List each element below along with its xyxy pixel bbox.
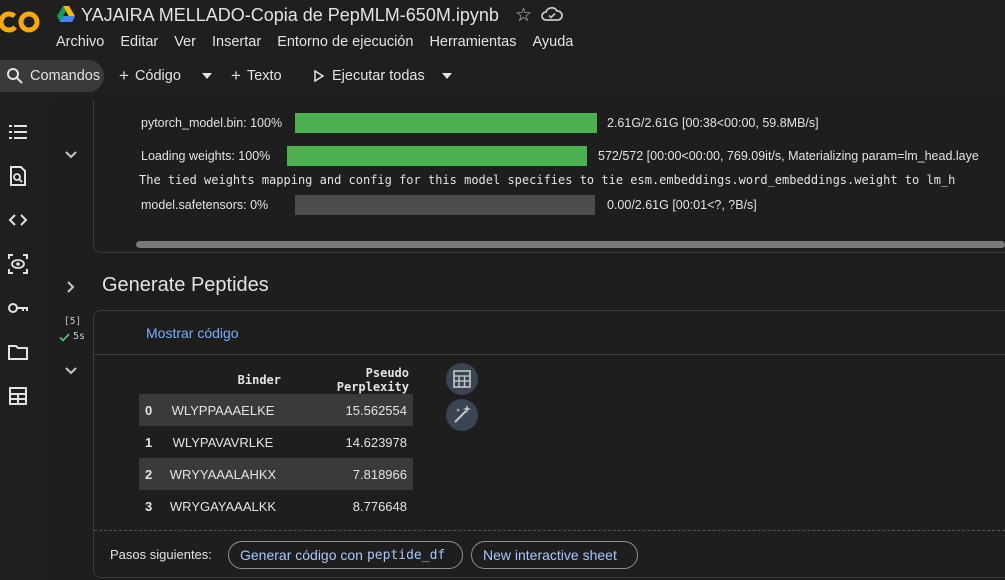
files-folder-icon[interactable] bbox=[7, 341, 29, 363]
column-header-index bbox=[139, 366, 161, 394]
check-icon bbox=[59, 333, 70, 342]
collapse-output-chevron-icon[interactable] bbox=[64, 150, 78, 160]
menu-editar[interactable]: Editar bbox=[120, 34, 158, 50]
toolbar: Comandos + Código + Texto Ejecutar todas bbox=[0, 60, 1005, 92]
plus-icon: + bbox=[119, 66, 129, 85]
expand-section-chevron-icon[interactable] bbox=[66, 280, 76, 294]
commands-button[interactable]: Comandos bbox=[0, 60, 104, 92]
convert-to-interactive-table-button[interactable] bbox=[446, 363, 478, 395]
menu-entorno-de-ejecucion[interactable]: Entorno de ejecución bbox=[277, 34, 413, 50]
run-all-dropdown[interactable] bbox=[441, 60, 453, 92]
table-row: 0 WLYPPAAAELKE 15.562554 bbox=[139, 394, 413, 426]
section-heading: Generate Peptides bbox=[102, 274, 269, 296]
menu-bar: Archivo Editar Ver Insertar Entorno de e… bbox=[56, 34, 589, 50]
table-row: 1 WLYPAVAVRLKE 14.623978 bbox=[139, 426, 413, 458]
perplexity-cell: 8.776648 bbox=[352, 498, 407, 514]
binder-cell: WRYYAAALAHKX bbox=[161, 458, 285, 490]
notebook-title[interactable]: YAJAIRA MELLADO-Copia de PepMLM-650M.ipy… bbox=[81, 5, 499, 26]
row-index: 1 bbox=[145, 434, 153, 450]
search-icon bbox=[7, 68, 23, 84]
column-header-binder: Binder bbox=[237, 373, 281, 387]
binder-cell: WLYPAVAVRLKE bbox=[172, 434, 274, 450]
row-index: 3 bbox=[145, 498, 153, 514]
commands-label: Comandos bbox=[30, 68, 101, 84]
search-replace-icon[interactable] bbox=[7, 165, 29, 187]
caret-down-icon bbox=[442, 73, 452, 79]
play-icon bbox=[314, 70, 325, 82]
add-code-dropdown[interactable] bbox=[201, 60, 213, 92]
dataframe-table: Binder Pseudo Perplexity 0 WLYPPAAAELKE … bbox=[139, 366, 413, 522]
add-text-label: Texto bbox=[246, 68, 282, 84]
colab-logo[interactable] bbox=[0, 6, 44, 38]
menu-archivo[interactable]: Archivo bbox=[56, 34, 104, 50]
code-snippets-icon[interactable] bbox=[7, 209, 29, 231]
next-steps-label: Pasos siguientes: bbox=[110, 547, 212, 562]
safetensors-stats: 0.00/2.61G [00:01<?, ?B/s] bbox=[607, 198, 757, 212]
generate-code-variable: peptide_df bbox=[366, 547, 446, 563]
run-all-button[interactable]: Ejecutar todas bbox=[313, 60, 425, 92]
collapse-output-chevron-icon[interactable] bbox=[64, 366, 78, 376]
menu-ayuda[interactable]: Ayuda bbox=[532, 34, 573, 50]
execution-time: 5s bbox=[73, 331, 86, 342]
table-row: 2 WRYYAAALAHKX 7.818966 bbox=[139, 458, 413, 490]
plus-icon: + bbox=[231, 66, 241, 85]
model-bin-label: pytorch_model.bin: 100% bbox=[141, 116, 283, 130]
magic-wand-icon bbox=[454, 405, 471, 423]
add-code-button[interactable]: + Código bbox=[119, 60, 181, 92]
perplexity-cell: 14.623978 bbox=[345, 434, 407, 450]
horizontal-scrollbar[interactable] bbox=[136, 241, 1005, 248]
dashed-divider bbox=[94, 530, 1005, 531]
tied-weights-warning: The tied weights mapping and config for … bbox=[139, 173, 956, 187]
suggest-charts-button[interactable] bbox=[446, 399, 478, 431]
divider bbox=[94, 354, 1005, 355]
execution-count: [5] bbox=[64, 316, 82, 327]
model-bin-stats: 2.61G/2.61G [00:38<00:00, 59.8MB/s] bbox=[607, 116, 819, 130]
table-header-row: Binder Pseudo Perplexity bbox=[139, 366, 413, 394]
left-sidebar bbox=[0, 102, 44, 422]
perplexity-cell: 7.818966 bbox=[285, 458, 413, 490]
cloud-saved-icon[interactable] bbox=[541, 6, 563, 22]
add-text-button[interactable]: + Texto bbox=[231, 60, 282, 92]
binder-cell: WLYPPAAAELKE bbox=[161, 394, 285, 426]
safetensors-label: model.safetensors: 0% bbox=[141, 198, 269, 212]
table-row: 3 WRYGAYAAALKK 8.776648 bbox=[139, 490, 413, 522]
loading-weights-progress-bar bbox=[287, 146, 587, 166]
row-index: 2 bbox=[139, 458, 161, 490]
secrets-key-icon[interactable] bbox=[7, 297, 29, 319]
binder-cell: WRYGAYAAALKK bbox=[169, 498, 277, 514]
safetensors-progress-bar bbox=[295, 195, 595, 215]
table-icon bbox=[453, 370, 471, 388]
star-icon[interactable]: ☆ bbox=[515, 4, 532, 27]
new-interactive-sheet-chip[interactable]: New interactive sheet bbox=[471, 541, 638, 569]
perplexity-cell: 15.562554 bbox=[285, 394, 413, 426]
toc-icon[interactable] bbox=[7, 121, 29, 143]
generate-code-chip[interactable]: Generar código con peptide_df bbox=[228, 541, 463, 569]
run-all-label: Ejecutar todas bbox=[332, 68, 425, 84]
data-table-icon[interactable] bbox=[7, 385, 29, 407]
loading-weights-label: Loading weights: 100% bbox=[141, 149, 271, 163]
model-bin-progress-bar bbox=[295, 113, 597, 133]
loading-weights-stats: 572/572 [00:00<00:00, 769.09it/s, Materi… bbox=[598, 149, 979, 163]
new-interactive-sheet-label: New interactive sheet bbox=[483, 547, 617, 563]
variables-icon[interactable] bbox=[7, 253, 29, 275]
column-header-perplexity: Pseudo Perplexity bbox=[336, 366, 409, 394]
generate-code-label: Generar código con bbox=[240, 547, 363, 563]
menu-ver[interactable]: Ver bbox=[174, 34, 196, 50]
menu-insertar[interactable]: Insertar bbox=[212, 34, 261, 50]
caret-down-icon bbox=[202, 73, 212, 79]
add-code-label: Código bbox=[134, 68, 181, 84]
google-drive-icon[interactable] bbox=[57, 6, 75, 22]
row-index: 0 bbox=[139, 394, 161, 426]
show-code-link[interactable]: Mostrar código bbox=[146, 325, 239, 341]
menu-herramientas[interactable]: Herramientas bbox=[429, 34, 516, 50]
